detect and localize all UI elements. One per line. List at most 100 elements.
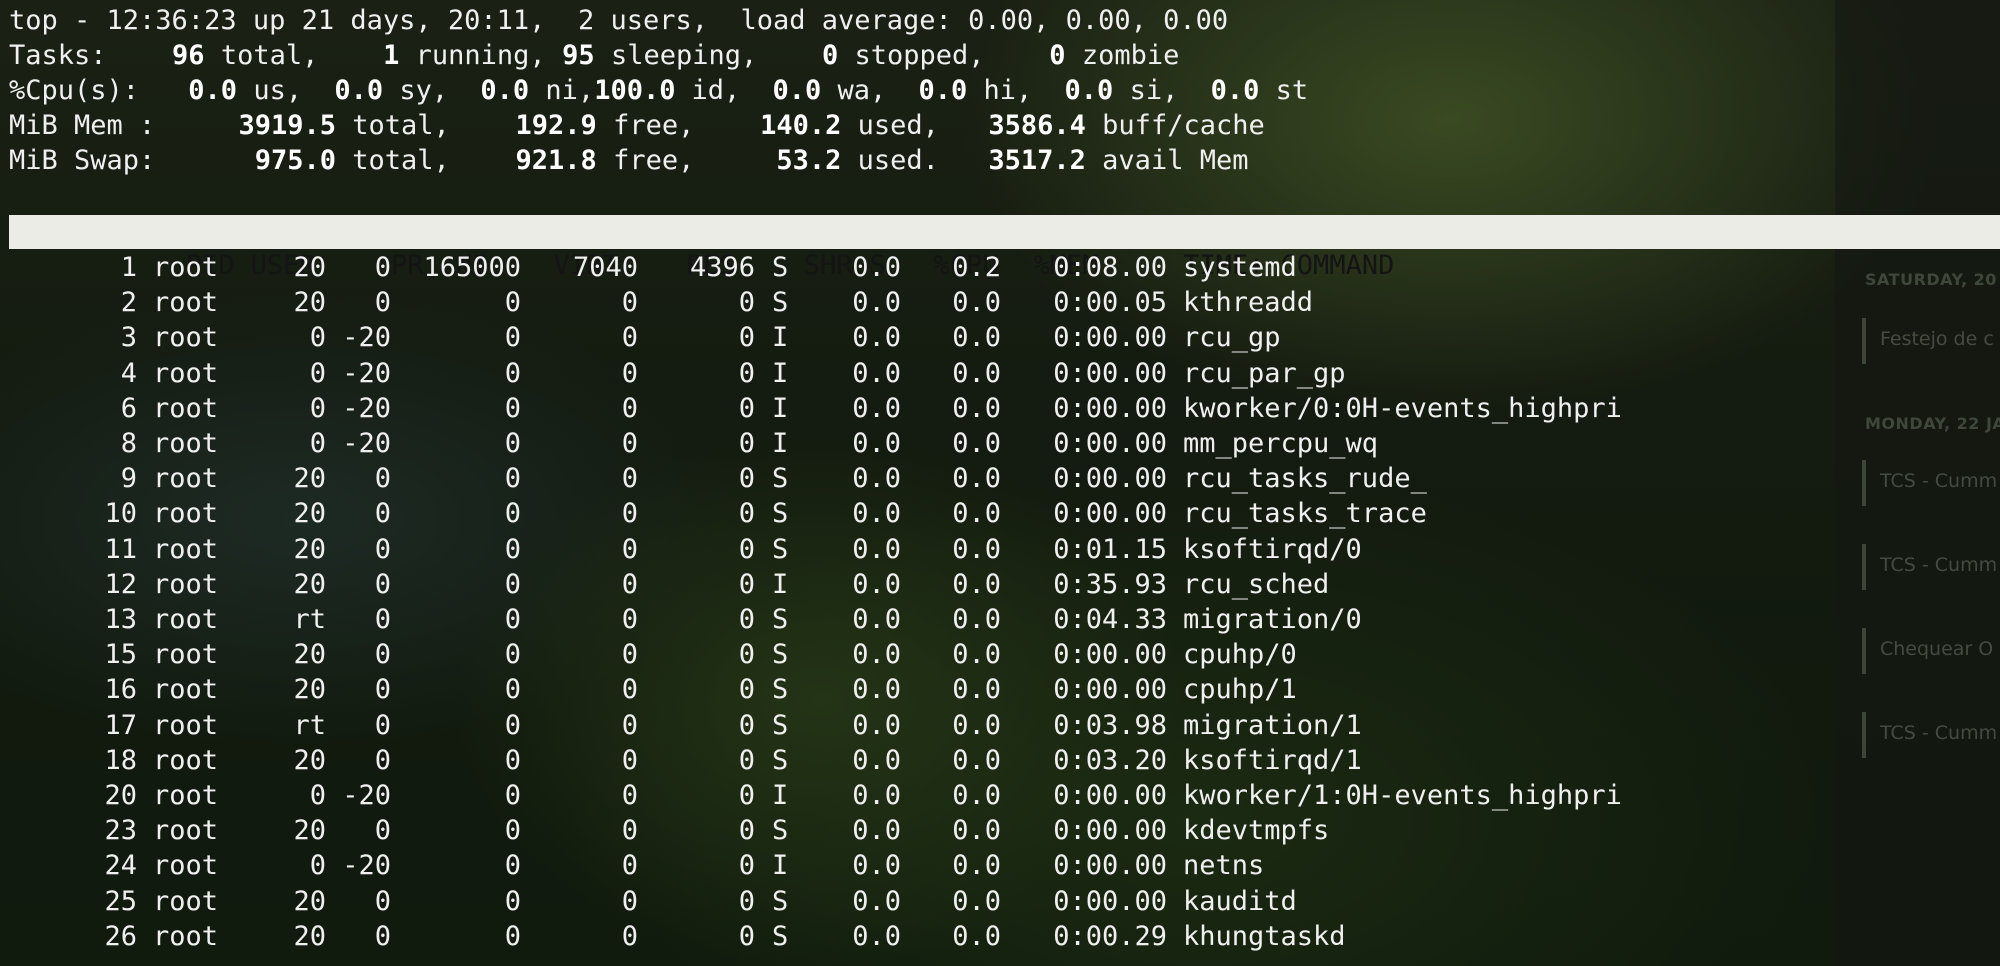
process-nice: 0 [374,639,391,671]
process-state: S [772,639,789,671]
process-shr: 4396 [689,252,755,283]
process-command: migration/1 [1183,709,1362,741]
process-command: rcu_tasks_rude_ [1183,463,1427,495]
process-state: S [772,533,789,565]
cpu-si: 0.0 [1064,75,1114,106]
process-user: root [153,252,219,283]
process-virt: 0 [504,287,521,319]
process-res: 0 [621,639,638,671]
process-res: 0 [621,815,638,847]
process-priority: 20 [293,674,326,706]
process-cpu: 0.0 [852,392,901,424]
process-nice: 0 [374,252,391,283]
process-row[interactable]: 18 root 20 0 0 0 0 S 0.0 0.0 0:03.20 ksoftirqd/1 [9,743,1361,778]
process-cpu: 0.0 [852,428,901,459]
process-cpu: 0.0 [852,850,901,882]
process-row[interactable]: 11 root 20 0 0 0 0 S 0.0 0.0 0:01.15 ksoftirqd/0 [9,532,1361,567]
process-pid: 16 [104,674,137,706]
col-command[interactable]: COMMAND [1281,249,1395,283]
process-user: root [153,885,219,917]
cpu-si-label: si, [1129,75,1179,106]
process-mem: 0.0 [952,674,1001,706]
process-row[interactable]: 23 root 20 0 0 0 0 S 0.0 0.0 0:00.00 kdevtmpfs [9,813,1329,848]
process-row[interactable]: 6 root 0 -20 0 0 0 I 0.0 0.0 0:00.00 kworker/0:0H-e… [9,391,1622,426]
process-row[interactable]: 13 root rt 0 0 0 0 S 0.0 0.0 0:04.33 migration/0 [9,602,1361,637]
process-virt: 0 [504,885,521,917]
process-state: I [772,357,789,389]
process-res: 0 [621,322,638,354]
process-row[interactable]: 25 root 20 0 0 0 0 S 0.0 0.0 0:00.00 kauditd [9,884,1296,919]
process-row[interactable]: 20 root 0 -20 0 0 0 I 0.0 0.0 0:00.00 kworker/1:0H-… [9,778,1621,813]
tasks-running-label: running, [415,40,546,71]
process-row[interactable]: 15 root 20 0 0 0 0 S 0.0 0.0 0:00.00 cpuhp/0 [9,637,1296,672]
process-virt: 0 [504,392,521,424]
process-priority: 20 [293,463,326,495]
process-res: 0 [621,780,638,811]
process-shr: 0 [738,287,755,319]
cpu-line: %Cpu(s): 0.0 us, 0.0 sy, 0.0 ni,100.0 id, 0.… [9,73,1308,108]
process-res: 0 [621,357,638,389]
process-row[interactable]: 1 root 20 0 165000 7040 4396 S 0.0 0.2 0:08.00 syst… [9,250,1297,285]
process-time: 0:00.29 [1053,920,1167,952]
mem-cache-label: buff/cache [1102,110,1265,141]
process-nice: 0 [374,463,391,495]
process-res: 0 [621,744,638,776]
process-command: rcu_par_gp [1183,357,1346,389]
process-command: systemd [1183,252,1297,283]
process-mem: 0.0 [952,639,1001,671]
process-priority: 0 [309,780,326,811]
terminal-window[interactable]: top - 12:36:23 up 21 days, 20:11, 2 user… [0,0,2000,966]
column-headers: PID USER PR NI VIRT RES SHR S %CPU %MEM TIME+ COMMA… [9,215,1395,281]
process-shr: 0 [738,674,755,706]
process-priority: 20 [293,252,326,283]
process-row[interactable]: 10 root 20 0 0 0 0 S 0.0 0.0 0:00.00 rcu_tasks_trac… [9,496,1426,531]
swap-total: 975.0 [254,145,336,176]
cpu-id-label: id, [691,75,741,106]
tasks-zombie-label: zombie [1081,40,1180,71]
process-command: rcu_sched [1183,568,1330,600]
process-priority: rt [293,709,326,741]
tasks-running: 1 [383,40,400,71]
process-pid: 23 [104,815,137,847]
process-res: 7040 [572,252,638,283]
process-pid: 10 [104,498,137,530]
process-row[interactable]: 16 root 20 0 0 0 0 S 0.0 0.0 0:00.00 cpuhp/1 [9,672,1296,707]
cpu-hi-label: hi, [983,75,1033,106]
process-priority: 0 [309,322,326,354]
process-time: 0:04.33 [1053,604,1167,635]
cpu-st: 0.0 [1210,75,1260,106]
process-res: 0 [621,709,638,741]
process-row[interactable]: 8 root 0 -20 0 0 0 I 0.0 0.0 0:00.00 mm_percpu_wq [9,426,1378,461]
process-row[interactable]: 4 root 0 -20 0 0 0 I 0.0 0.0 0:00.00 rcu_par_gp [9,356,1346,391]
process-shr: 0 [738,744,755,776]
process-row[interactable]: 3 root 0 -20 0 0 0 I 0.0 0.0 0:00.00 rcu_gp [9,320,1281,355]
process-shr: 0 [738,322,755,354]
mem-total-label: total, [352,110,450,141]
process-virt: 0 [504,357,521,389]
process-cpu: 0.0 [852,639,901,671]
process-priority: 0 [309,850,326,882]
process-row[interactable]: 12 root 20 0 0 0 0 I 0.0 0.0 0:35.93 rcu_sched [9,567,1329,602]
process-priority: 20 [293,885,326,917]
process-state: S [772,744,789,776]
cpu-sy: 0.0 [334,75,384,106]
process-nice: -20 [342,780,391,811]
process-nice: -20 [342,357,391,389]
process-state: I [772,322,789,354]
process-row[interactable]: 17 root rt 0 0 0 0 S 0.0 0.0 0:03.98 migration/1 [9,708,1362,743]
process-virt: 0 [504,744,521,776]
cpu-us-label: us, [253,75,303,106]
process-table-header: PID USER PR NI VIRT RES SHR S %CPU %MEM TIME+ COMMA… [9,215,2000,281]
process-pid: 13 [104,604,137,635]
cpu-id: 100.0 [594,75,676,106]
process-priority: 20 [293,639,326,671]
process-time: 0:00.05 [1053,287,1167,319]
process-row[interactable]: 24 root 0 -20 0 0 0 I 0.0 0.0 0:00.00 netns [9,848,1264,883]
process-row[interactable]: 26 root 20 0 0 0 0 S 0.0 0.0 0:00.29 khungtaskd [9,919,1345,954]
mem-used: 140.2 [760,110,842,141]
process-user: root [153,639,219,671]
process-row[interactable]: 2 root 20 0 0 0 0 S 0.0 0.0 0:00.05 kthreadd [9,285,1313,320]
process-nice: 0 [374,885,391,917]
process-row[interactable]: 9 root 20 0 0 0 0 S 0.0 0.0 0:00.00 rcu_tasks_rude_ [9,461,1427,496]
process-pid: 17 [104,709,137,741]
